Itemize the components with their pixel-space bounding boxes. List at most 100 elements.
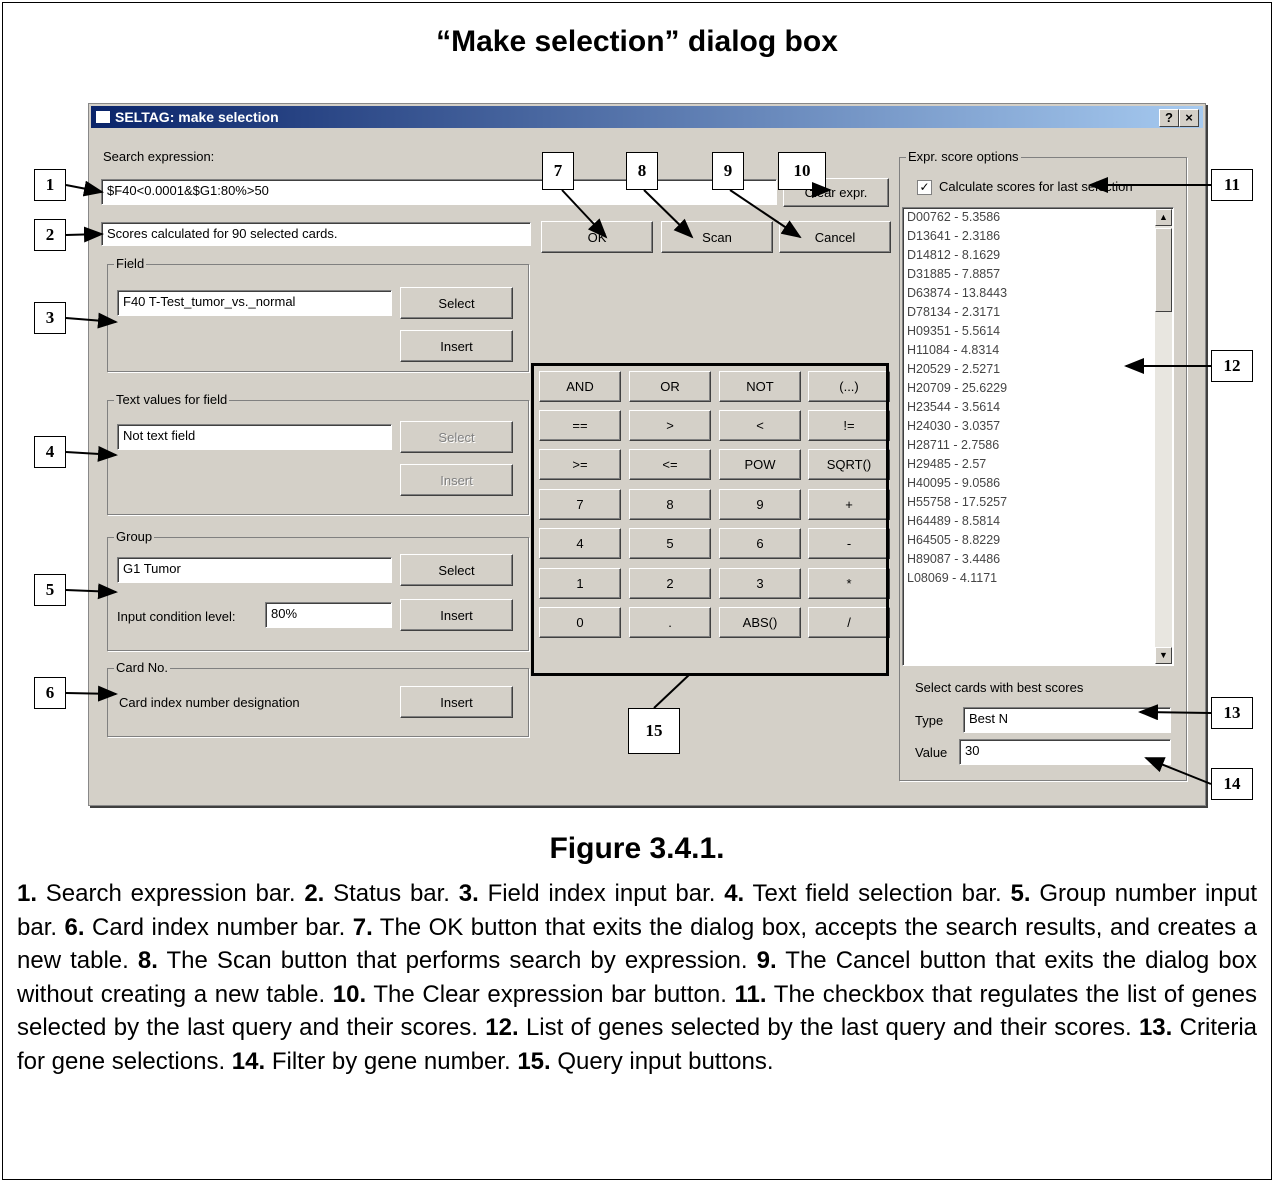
calc-scores-checkbox[interactable]: ✓	[917, 180, 932, 195]
callout-2: 2	[34, 219, 66, 251]
description-number: 10.	[332, 980, 367, 1008]
help-button[interactable]: ?	[1159, 109, 1179, 127]
best-scores-label: Select cards with best scores	[915, 680, 1084, 695]
callout-9: 9	[712, 152, 744, 190]
callout-7: 7	[542, 152, 574, 190]
field-select-button[interactable]: Select	[400, 287, 513, 319]
search-expression-label: Search expression:	[103, 149, 215, 164]
window-icon	[95, 110, 111, 124]
callout-13: 13	[1211, 697, 1253, 729]
card-insert-button[interactable]: Insert	[400, 686, 513, 718]
score-list-item[interactable]: H24030 - 3.0357	[903, 417, 1173, 436]
type-select[interactable]: Best N	[963, 707, 1171, 733]
description-number: 5.	[1010, 880, 1031, 907]
condition-level-input[interactable]: 80%	[265, 602, 392, 628]
group-select-button[interactable]: Select	[400, 554, 513, 586]
callout-5: 5	[34, 574, 66, 606]
type-label: Type	[915, 713, 944, 728]
scroll-down-icon[interactable]: ▼	[1155, 647, 1172, 664]
score-list-item[interactable]: H89087 - 3.4486	[903, 550, 1173, 569]
description-text: Field index input bar.	[478, 880, 725, 907]
score-list-item[interactable]: H64489 - 8.5814	[903, 512, 1173, 531]
callout-12: 12	[1211, 350, 1253, 382]
field-input[interactable]: F40 T-Test_tumor_vs._normal	[117, 290, 392, 316]
group-insert-button[interactable]: Insert	[400, 599, 513, 631]
description-number: 2.	[304, 880, 325, 907]
score-list-item[interactable]: D00762 - 5.3586	[903, 208, 1173, 227]
score-list-item[interactable]: H20709 - 25.6229	[903, 379, 1173, 398]
description-text: The Clear expression bar button.	[366, 980, 735, 1008]
figure-title: “Make selection” dialog box	[436, 25, 838, 58]
description-text: Filter by gene number.	[265, 1047, 518, 1075]
condition-level-label: Input condition level:	[117, 609, 236, 624]
score-list-item[interactable]: H11084 - 4.8314	[903, 341, 1173, 360]
score-list-item[interactable]: D14812 - 8.1629	[903, 246, 1173, 265]
text-values-legend: Text values for field	[114, 392, 230, 407]
callout-15: 15	[628, 708, 680, 754]
score-list-item[interactable]: H55758 - 17.5257	[903, 493, 1173, 512]
score-list-item[interactable]: D63874 - 13.8443	[903, 284, 1173, 303]
description-text: The Scan button that performs search by …	[157, 947, 757, 974]
description-text: Card index number bar.	[84, 913, 353, 941]
score-list-item[interactable]: H09351 - 5.5614	[903, 322, 1173, 341]
score-list-item[interactable]: H28711 - 2.7586	[903, 436, 1173, 455]
score-list-item[interactable]: H40095 - 9.0586	[903, 474, 1173, 493]
description-number: 13.	[1138, 1014, 1173, 1041]
score-list-item[interactable]: H20529 - 2.5271	[903, 360, 1173, 379]
field-insert-button[interactable]: Insert	[400, 330, 513, 362]
ok-button[interactable]: OK	[541, 221, 653, 253]
description-number: 9.	[756, 947, 777, 974]
description-number: 8.	[137, 947, 158, 974]
callout-8: 8	[626, 152, 658, 190]
cancel-button[interactable]: Cancel	[779, 221, 891, 253]
make-selection-dialog: SELTAG: make selection ? × Search expres…	[88, 103, 1206, 806]
calc-scores-label: Calculate scores for last selection	[939, 179, 1133, 194]
value-input[interactable]: 30	[959, 739, 1171, 765]
score-list[interactable]: D00762 - 5.3586 D13641 - 2.3186 D14812 - 8…	[902, 207, 1174, 666]
score-list-item[interactable]: D78134 - 2.3171	[903, 303, 1173, 322]
description-number: 4.	[724, 880, 745, 907]
score-options-legend: Expr. score options	[906, 149, 1021, 164]
score-list-item[interactable]: H64505 - 8.8229	[903, 531, 1173, 550]
callout-10: 10	[778, 152, 826, 190]
callout-14: 14	[1211, 768, 1253, 800]
card-index-label: Card index number designation	[119, 695, 300, 710]
scan-button[interactable]: Scan	[661, 221, 773, 253]
dialog-titlebar: SELTAG: make selection ? ×	[91, 106, 1203, 128]
text-values-insert-button[interactable]: Insert	[400, 464, 513, 496]
dialog-title: SELTAG: make selection	[115, 109, 279, 125]
field-group-legend: Field	[114, 256, 147, 271]
group-input[interactable]: G1 Tumor	[117, 557, 392, 583]
close-button[interactable]: ×	[1179, 109, 1199, 127]
figure-caption: Figure 3.4.1.	[549, 832, 725, 865]
figure-description: 1. Search expression bar. 2. Status bar.…	[17, 877, 1257, 1078]
description-number: 11.	[734, 980, 767, 1008]
description-text: Status bar.	[324, 880, 459, 907]
callout-4: 4	[34, 436, 66, 468]
status-bar: Scores calculated for 90 selected cards.	[101, 222, 531, 246]
score-list-item[interactable]: H29485 - 2.57	[903, 455, 1173, 474]
scroll-up-icon[interactable]: ▲	[1155, 209, 1172, 226]
callout-11: 11	[1211, 169, 1253, 201]
score-items: D00762 - 5.3586 D13641 - 2.3186 D14812 - 8…	[903, 208, 1173, 588]
keypad-highlight-box	[531, 363, 889, 676]
callout-6: 6	[34, 677, 66, 709]
description-number: 7.	[352, 913, 373, 941]
score-list-item[interactable]: D13641 - 2.3186	[903, 227, 1173, 246]
score-list-scrollbar[interactable]: ▲ ▼	[1155, 209, 1172, 664]
scroll-thumb[interactable]	[1155, 228, 1172, 312]
callout-1: 1	[34, 169, 66, 201]
search-expression-input[interactable]: $F40<0.0001&$G1:80%>50	[101, 179, 777, 205]
description-number: 14.	[231, 1047, 266, 1075]
value-label: Value	[915, 745, 948, 760]
description-number: 15.	[517, 1047, 551, 1075]
description-text: Query input buttons.	[550, 1047, 774, 1075]
score-list-item[interactable]: H23544 - 3.5614	[903, 398, 1173, 417]
text-values-input[interactable]: Not text field	[117, 424, 392, 450]
card-legend: Card No.	[114, 660, 171, 675]
group-legend: Group	[114, 529, 155, 544]
text-values-select-button[interactable]: Select	[400, 421, 513, 453]
score-list-item[interactable]: L08069 - 4.1171	[903, 569, 1173, 588]
score-list-item[interactable]: D31885 - 7.8857	[903, 265, 1173, 284]
callout-3: 3	[34, 302, 66, 334]
